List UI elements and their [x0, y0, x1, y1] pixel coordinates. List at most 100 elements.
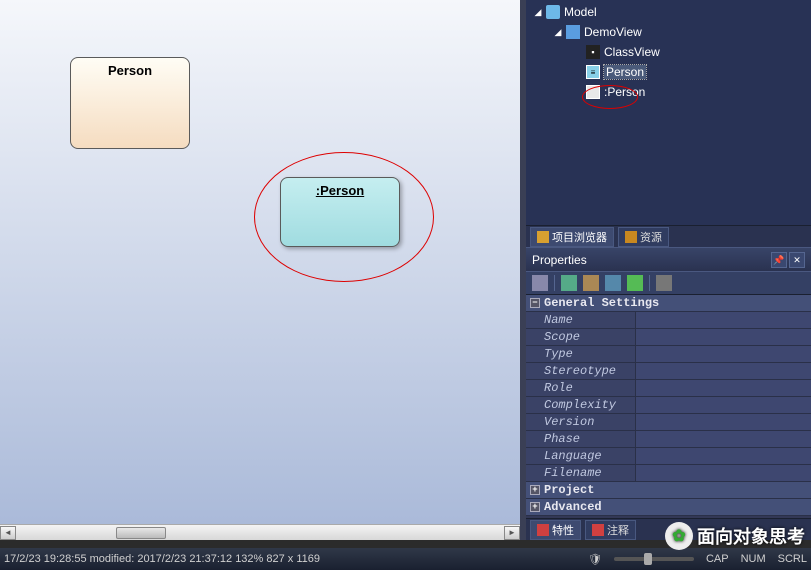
spacer — [572, 86, 584, 98]
scroll-thumb[interactable] — [116, 527, 166, 539]
horizontal-scrollbar[interactable]: ◄ ► — [0, 524, 520, 540]
tab-label: 资源 — [640, 229, 662, 245]
property-value[interactable] — [636, 414, 811, 430]
status-info: 17/2/23 19:28:55 modified: 2017/2/23 21:… — [4, 553, 320, 565]
binoculars-icon[interactable] — [656, 275, 672, 291]
tree-item-person[interactable]: ≡ Person — [526, 62, 811, 82]
property-row[interactable]: Complexity — [526, 397, 811, 414]
collapse-icon[interactable]: − — [530, 298, 540, 308]
property-name: Type — [526, 346, 636, 362]
property-row[interactable]: Role — [526, 380, 811, 397]
expand-icon[interactable]: + — [530, 485, 540, 495]
object-icon — [586, 85, 600, 99]
tree-label: Model — [564, 5, 597, 19]
scroll-track[interactable] — [16, 526, 504, 540]
group-label: Advanced — [544, 500, 602, 514]
property-row[interactable]: Type — [526, 346, 811, 363]
tree-item-person-instance[interactable]: :Person — [526, 82, 811, 102]
class-element-person[interactable]: Person — [70, 57, 190, 149]
group-label: Project — [544, 483, 594, 497]
properties-title: Properties — [532, 253, 587, 267]
tab-resources[interactable]: 资源 — [618, 227, 669, 247]
property-name: Phase — [526, 431, 636, 447]
class-label: Person — [71, 58, 189, 83]
properties-grid[interactable]: −General Settings Name Scope Type Stereo… — [526, 295, 811, 518]
class-icon: ≡ — [586, 65, 600, 79]
tree-item-model[interactable]: ◢ Model — [526, 2, 811, 22]
property-value[interactable] — [636, 329, 811, 345]
browser-icon — [537, 231, 549, 243]
spacer — [572, 46, 584, 58]
tool-icon[interactable] — [605, 275, 621, 291]
tool-icon[interactable] — [561, 275, 577, 291]
tab-properties[interactable]: 特性 — [530, 520, 581, 540]
property-value[interactable] — [636, 465, 811, 481]
tree-label: Person — [604, 65, 646, 79]
close-button[interactable]: ✕ — [789, 252, 805, 268]
model-icon — [546, 5, 560, 19]
group-project[interactable]: + Project — [526, 482, 811, 499]
property-row[interactable]: Scope — [526, 329, 811, 346]
resources-icon — [625, 231, 637, 243]
status-scrl: SCRL — [778, 553, 807, 565]
wechat-icon: ✿ — [665, 522, 693, 550]
property-name: Stereotype — [526, 363, 636, 379]
object-label: :Person — [281, 178, 399, 203]
tree-label: ClassView — [604, 45, 660, 59]
property-name: Language — [526, 448, 636, 464]
tree-item-demoview[interactable]: ◢ DemoView — [526, 22, 811, 42]
property-row[interactable]: Language — [526, 448, 811, 465]
property-value[interactable] — [636, 431, 811, 447]
scroll-right-button[interactable]: ► — [504, 526, 520, 540]
properties-icon — [537, 524, 549, 536]
property-row[interactable]: Name — [526, 312, 811, 329]
property-value[interactable] — [636, 312, 811, 328]
tool-icon[interactable] — [583, 275, 599, 291]
property-value[interactable] — [636, 448, 811, 464]
object-element-person[interactable]: :Person — [280, 177, 400, 247]
tab-label: 特性 — [552, 522, 574, 538]
separator — [649, 275, 650, 291]
status-cap: CAP — [706, 553, 729, 565]
diagram-canvas[interactable]: Person :Person ◄ ► — [0, 0, 520, 540]
properties-toolbar — [526, 271, 811, 295]
zoom-slider[interactable] — [614, 557, 694, 561]
watermark-text: 面向对象思考 — [697, 523, 805, 549]
property-row[interactable]: Stereotype — [526, 363, 811, 380]
group-general-settings[interactable]: −General Settings — [526, 295, 811, 312]
property-row[interactable]: Version — [526, 414, 811, 431]
property-name: Version — [526, 414, 636, 430]
tree-label: :Person — [604, 85, 645, 99]
tree-label: DemoView — [584, 25, 642, 39]
property-row[interactable]: Phase — [526, 431, 811, 448]
expand-icon[interactable]: + — [530, 502, 540, 512]
categorize-icon[interactable] — [532, 275, 548, 291]
browser-tabs: 项目浏览器 资源 — [526, 225, 811, 247]
group-advanced[interactable]: + Advanced — [526, 499, 811, 516]
property-name: Name — [526, 312, 636, 328]
tab-project-browser[interactable]: 项目浏览器 — [530, 227, 614, 247]
expander-icon[interactable]: ◢ — [552, 26, 564, 38]
package-icon — [566, 25, 580, 39]
project-browser-tree[interactable]: ◢ Model ◢ DemoView ▪ ClassView ≡ Person — [526, 0, 811, 225]
property-value[interactable] — [636, 363, 811, 379]
property-row[interactable]: Filename — [526, 465, 811, 482]
tab-label: 项目浏览器 — [552, 229, 607, 245]
watermark: ✿ 面向对象思考 — [665, 522, 805, 550]
pin-button[interactable]: 📌 — [771, 252, 787, 268]
expander-icon[interactable]: ◢ — [532, 6, 544, 18]
tree-item-classview[interactable]: ▪ ClassView — [526, 42, 811, 62]
status-num: NUM — [741, 553, 766, 565]
zoom-slider-thumb[interactable] — [644, 553, 652, 565]
separator — [554, 275, 555, 291]
shield-icon[interactable]: 🛡 — [588, 553, 602, 566]
tab-notes[interactable]: 注释 — [585, 520, 636, 540]
property-name: Role — [526, 380, 636, 396]
property-value[interactable] — [636, 346, 811, 362]
property-name: Filename — [526, 465, 636, 481]
status-bar: 17/2/23 19:28:55 modified: 2017/2/23 21:… — [0, 548, 811, 570]
property-value[interactable] — [636, 380, 811, 396]
property-value[interactable] — [636, 397, 811, 413]
scroll-left-button[interactable]: ◄ — [0, 526, 16, 540]
arrow-up-icon[interactable] — [627, 275, 643, 291]
